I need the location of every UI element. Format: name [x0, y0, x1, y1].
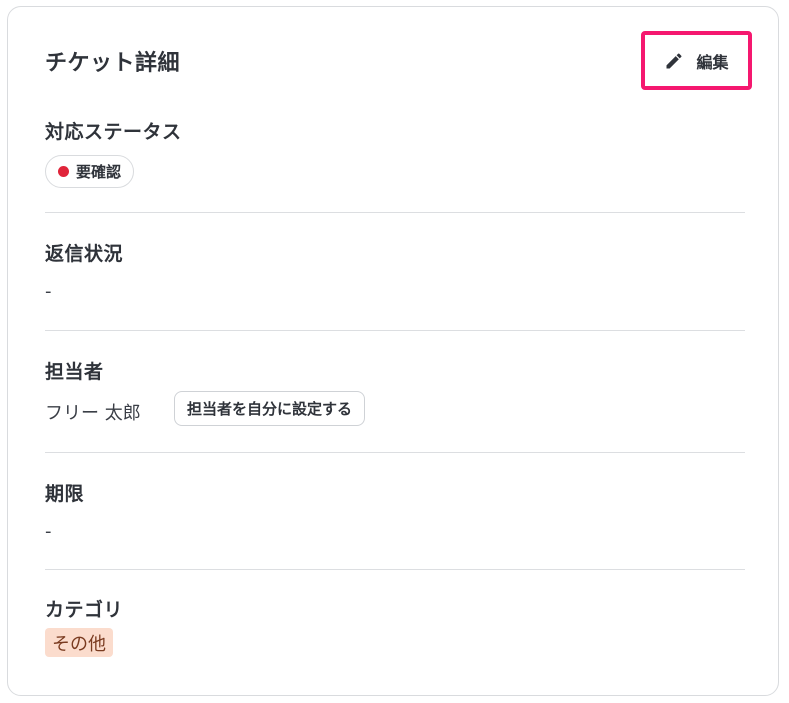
status-section: 対応ステータス 要確認 [45, 117, 745, 197]
reply-status-label: 返信状況 [45, 243, 124, 265]
status-dot-icon [58, 166, 69, 177]
category-section: カテゴリ その他 [45, 595, 745, 665]
assignee-value: フリー 太郎 [45, 403, 141, 424]
edit-button-label: 編集 [696, 52, 729, 72]
divider [45, 452, 745, 453]
due-date-section: 期限 - [45, 479, 745, 549]
ticket-detail-card: チケット詳細 編集 対応ステータス 要確認 返信状況 - 担当者 フリー 太郎 … [7, 6, 779, 696]
reply-status-section: 返信状況 - [45, 239, 745, 309]
assignee-section: 担当者 フリー 太郎 担当者を自分に設定する [45, 357, 745, 437]
assignee-label: 担当者 [45, 361, 104, 383]
card-title: チケット詳細 [45, 51, 181, 76]
due-date-label: 期限 [45, 483, 85, 505]
divider [45, 212, 745, 213]
category-tag: その他 [45, 628, 113, 657]
edit-button[interactable]: 編集 [641, 31, 752, 90]
pencil-icon [664, 51, 684, 71]
category-label: カテゴリ [45, 599, 124, 621]
reply-status-value: - [45, 281, 52, 302]
status-badge: 要確認 [45, 155, 135, 188]
status-value: 要確認 [76, 163, 122, 181]
due-date-value: - [45, 521, 52, 542]
status-label: 対応ステータス [45, 121, 182, 143]
assign-self-button[interactable]: 担当者を自分に設定する [174, 391, 366, 426]
divider [45, 330, 745, 331]
divider [45, 569, 745, 570]
